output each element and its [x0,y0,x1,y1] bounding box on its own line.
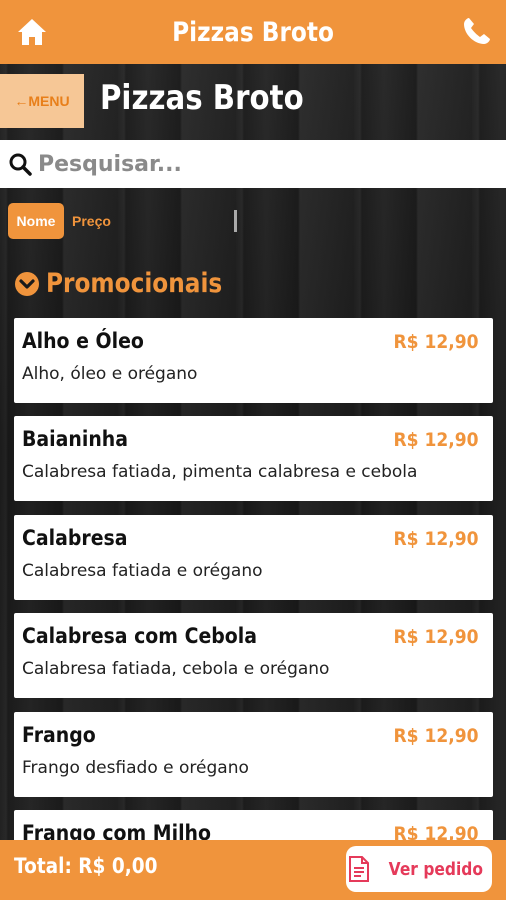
view-order-label: Ver pedido [388,858,484,880]
product-item[interactable]: Frango com Milho R$ 12,90 [14,810,493,840]
product-price: R$ 12,90 [393,823,479,840]
search-icon [9,153,32,176]
product-name: Baianinha [22,427,129,451]
order-footer: Total: R$ 0,00 Ver pedido [0,840,506,900]
product-name: Frango com Milho [22,821,211,840]
category-header[interactable]: Promocionais [14,268,251,299]
product-item[interactable]: Alho e Óleo R$ 12,90 Alho, óleo e orégan… [14,318,493,403]
product-description: Frango desfiado e orégano [22,758,249,778]
product-item[interactable]: Baianinha R$ 12,90 Calabresa fatiada, pi… [14,416,493,501]
search-input[interactable] [38,151,478,177]
section-header: ←MENU Pizzas Broto [0,64,506,138]
product-item[interactable]: Calabresa com Cebola R$ 12,90 Calabresa … [14,613,493,698]
product-description: Calabresa fatiada, pimenta calabresa e c… [22,462,418,482]
product-name: Alho e Óleo [22,329,144,353]
product-price: R$ 12,90 [393,725,479,747]
product-price: R$ 12,90 [393,626,479,648]
product-price: R$ 12,90 [393,331,479,353]
sort-by-price-button[interactable]: Preço [72,203,111,239]
product-name: Calabresa com Cebola [22,624,258,648]
app-header: Pizzas Broto [0,0,506,64]
document-icon [349,856,370,882]
product-price: R$ 12,90 [393,429,479,451]
product-name: Frango [22,723,96,747]
sort-controls: Nome Preço [0,196,506,252]
product-item[interactable]: Calabresa R$ 12,90 Calabresa fatiada e o… [14,515,493,600]
home-icon[interactable] [16,16,48,48]
search-bar [0,140,506,188]
product-price: R$ 12,90 [393,528,479,550]
product-description: Calabresa fatiada, cebola e orégano [22,659,330,679]
sort-by-name-button[interactable]: Nome [8,203,64,239]
product-description: Calabresa fatiada e orégano [22,561,263,581]
page-title: Pizzas Broto [100,78,304,118]
view-order-button[interactable]: Ver pedido [346,846,492,892]
menu-back-button[interactable]: ←MENU [0,74,84,128]
product-name: Calabresa [22,526,128,550]
divider [234,210,237,232]
order-total: Total: R$ 0,00 [14,854,158,878]
chevron-down-circle-icon [15,271,39,296]
phone-icon[interactable] [462,16,492,46]
app-title: Pizzas Broto [172,16,334,48]
category-title: Promocionais [46,268,223,299]
product-item[interactable]: Frango R$ 12,90 Frango desfiado e orégan… [14,712,493,797]
product-list: Alho e Óleo R$ 12,90 Alho, óleo e orégan… [14,318,493,840]
product-description: Alho, óleo e orégano [22,364,198,384]
